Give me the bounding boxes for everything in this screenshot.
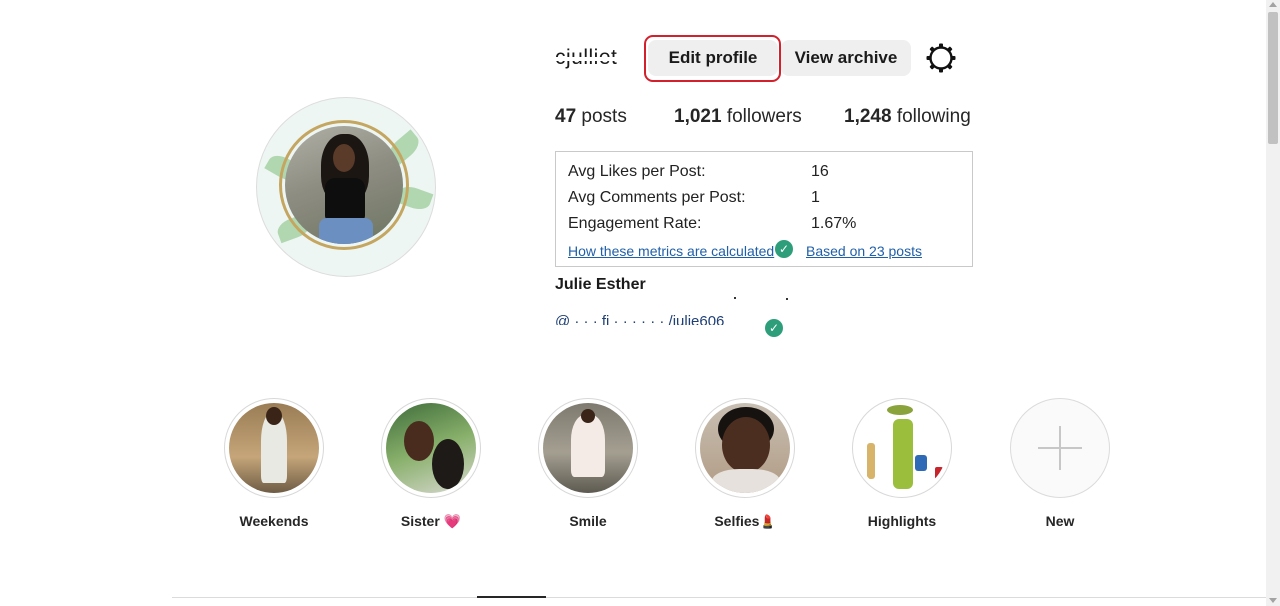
highlight-sister[interactable]: Sister 💗 bbox=[381, 398, 481, 530]
avg-comments-label: Avg Comments per Post: bbox=[568, 189, 746, 206]
highlight-cover[interactable] bbox=[224, 398, 324, 498]
profile-page: cjulliet Edit profile View archive 47 po… bbox=[0, 0, 1280, 606]
new-highlight-button[interactable] bbox=[1010, 398, 1110, 498]
highlight-selfies[interactable]: Selfies💄 bbox=[695, 398, 795, 530]
bio-dot bbox=[786, 298, 788, 300]
edit-profile-button[interactable]: Edit profile bbox=[648, 40, 778, 76]
avatar-photo bbox=[285, 126, 403, 244]
bio-link[interactable]: @ · · · fi · · · · · · /julie606 bbox=[555, 313, 765, 325]
bio-link-text: @ · · · fi · · · · · · /julie606 bbox=[555, 313, 725, 325]
highlight-label: Weekends bbox=[239, 513, 309, 529]
engagement-rate-value: 1.67% bbox=[811, 215, 857, 232]
highlight-cover[interactable] bbox=[381, 398, 481, 498]
avg-likes-label: Avg Likes per Post: bbox=[568, 163, 706, 180]
followers-label: followers bbox=[726, 106, 802, 127]
avg-likes-value: 16 bbox=[811, 163, 829, 180]
username: cjulliet bbox=[555, 46, 618, 70]
highlight-cover[interactable] bbox=[538, 398, 638, 498]
metrics-info-link[interactable]: How these metrics are calculated bbox=[568, 243, 774, 259]
edit-profile-label: Edit profile bbox=[668, 48, 758, 67]
avg-comments-value: 1 bbox=[811, 189, 820, 206]
highlight-label: Smile bbox=[569, 513, 607, 529]
following-count: 1,248 bbox=[844, 106, 892, 127]
scroll-up-icon[interactable] bbox=[1269, 2, 1277, 7]
based-on-posts-link[interactable]: Based on 23 posts bbox=[806, 243, 922, 259]
plus-icon bbox=[1038, 426, 1082, 470]
stat-following[interactable]: 1,248 following bbox=[844, 106, 971, 128]
view-archive-label: View archive bbox=[794, 48, 898, 67]
scrollbar[interactable] bbox=[1266, 0, 1280, 606]
scrollbar-thumb[interactable] bbox=[1268, 12, 1278, 144]
highlight-label: Selfies💄 bbox=[714, 513, 776, 529]
active-tab-indicator bbox=[477, 596, 546, 598]
highlight-weekends[interactable]: Weekends bbox=[224, 398, 324, 529]
gear-icon[interactable] bbox=[925, 42, 957, 74]
highlight-cover[interactable] bbox=[852, 398, 952, 498]
highlight-label: Sister 💗 bbox=[400, 513, 462, 529]
check-circle-icon: ✓ bbox=[775, 240, 793, 258]
posts-label: posts bbox=[581, 106, 627, 127]
check-circle-icon: ✓ bbox=[765, 319, 783, 337]
tabs-divider bbox=[172, 597, 1266, 598]
highlight-label: Highlights bbox=[867, 513, 937, 529]
highlight-highlights[interactable]: Highlights bbox=[852, 398, 952, 529]
profile-avatar[interactable] bbox=[256, 97, 436, 277]
highlight-new[interactable]: New bbox=[1010, 398, 1110, 529]
engagement-metrics-panel: Avg Likes per Post: 16 Avg Comments per … bbox=[555, 151, 973, 267]
stat-posts: 47 posts bbox=[555, 106, 627, 128]
view-archive-button[interactable]: View archive bbox=[781, 40, 911, 76]
highlight-label: New bbox=[1045, 513, 1075, 529]
followers-count: 1,021 bbox=[674, 106, 722, 127]
highlight-cover[interactable] bbox=[695, 398, 795, 498]
full-name: Julie Esther bbox=[555, 276, 646, 293]
stat-followers[interactable]: 1,021 followers bbox=[674, 106, 802, 128]
engagement-rate-label: Engagement Rate: bbox=[568, 215, 702, 232]
bio-dot bbox=[734, 297, 736, 299]
scroll-down-icon[interactable] bbox=[1269, 598, 1277, 603]
following-label: following bbox=[896, 106, 971, 127]
highlight-smile[interactable]: Smile bbox=[538, 398, 638, 529]
posts-count: 47 bbox=[555, 106, 577, 127]
